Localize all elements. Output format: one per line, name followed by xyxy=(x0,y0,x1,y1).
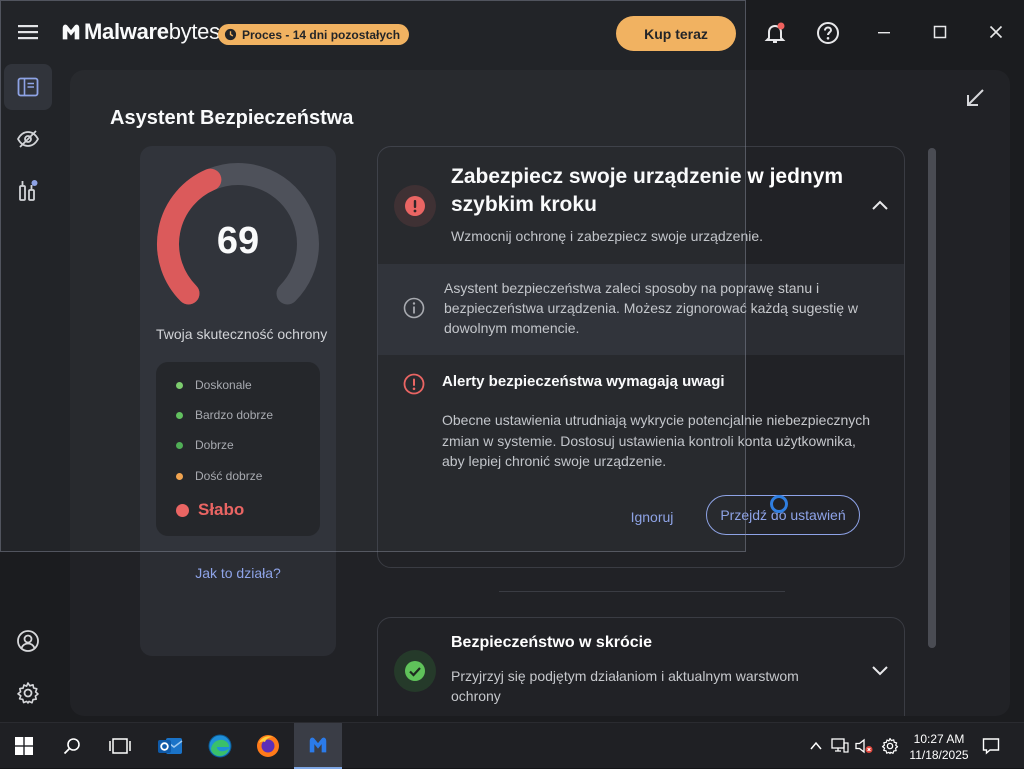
nav-settings-gear-icon[interactable] xyxy=(4,670,52,716)
settings-gear-tray-icon[interactable] xyxy=(880,736,900,756)
score-caption: Twoja skuteczność ochrony xyxy=(156,326,328,342)
nav-tools-icon[interactable] xyxy=(4,168,52,214)
level-label: Dobrze xyxy=(195,438,234,452)
level-dot xyxy=(176,381,183,389)
nav-privacy-eye-icon[interactable] xyxy=(4,116,52,162)
how-it-works-link[interactable]: Jak to działa? xyxy=(140,565,336,581)
security-assistant-panel: Asystent Bezpieczeństwa 69 Twoja skutecz… xyxy=(70,70,1010,716)
close-icon[interactable] xyxy=(981,18,1011,46)
ignore-button[interactable]: Ignoruj xyxy=(622,505,682,529)
logo-text-light: bytes xyxy=(168,19,220,44)
malwarebytes-logo-icon xyxy=(62,24,80,40)
firefox-icon[interactable] xyxy=(244,723,292,769)
logo-text-bold: Malware xyxy=(84,19,169,44)
help-icon[interactable] xyxy=(815,20,841,46)
start-windows-icon[interactable] xyxy=(0,723,48,769)
chevron-down-icon[interactable] xyxy=(870,660,890,680)
check-circle-icon xyxy=(405,661,425,681)
level-item: Bardzo dobrze xyxy=(176,408,273,422)
one-step-protection-card: Zabezpiecz swoje urządzenie w jednym szy… xyxy=(377,146,905,568)
notifications-bell-icon[interactable] xyxy=(762,20,788,46)
page-title: Asystent Bezpieczeństwa xyxy=(110,107,354,129)
action-center-icon[interactable] xyxy=(981,736,1001,756)
trial-badge-label: Proces - 14 dni pozostałych xyxy=(242,27,401,42)
taskbar-clock[interactable]: 10:27 AM 11/18/2025 xyxy=(906,731,972,763)
clock-date: 11/18/2025 xyxy=(909,748,969,762)
exclamation-circle-icon xyxy=(405,196,425,216)
warning-badge xyxy=(394,185,436,227)
recommendations-list: Zabezpiecz swoje urządzenie w jednym szy… xyxy=(377,146,905,716)
maximize-icon[interactable] xyxy=(925,18,955,46)
card-subtitle: Wzmocnij ochronę i zabezpiecz swoje urzą… xyxy=(451,228,764,244)
alert-title: Alerty bezpieczeństwa wymagają uwagi xyxy=(442,373,725,390)
alert-description: Obecne ustawienia utrudniają wykrycie po… xyxy=(442,412,871,469)
trial-badge[interactable]: Proces - 14 dni pozostałych xyxy=(218,24,410,45)
task-view-icon[interactable] xyxy=(96,723,144,769)
level-item: Doskonale xyxy=(176,378,252,392)
level-item: Dobrze xyxy=(176,438,234,452)
title-bar: Malware bytes Proces - 14 dni pozostałych… xyxy=(0,0,1024,64)
outlook-icon[interactable] xyxy=(146,723,194,769)
level-dot-current xyxy=(176,503,189,517)
level-dot xyxy=(176,411,183,419)
volume-muted-icon[interactable] xyxy=(854,736,874,756)
score-value: 69 xyxy=(216,220,260,262)
clock-time: 10:27 AM xyxy=(913,732,965,746)
collapse-arrow-icon[interactable] xyxy=(963,86,987,110)
protection-score-card: 69 Twoja skuteczność ochrony Doskonale B… xyxy=(140,146,336,656)
side-navigation xyxy=(0,64,56,722)
level-item-current: Słabo xyxy=(176,500,244,520)
buy-now-button[interactable]: Kup teraz xyxy=(616,16,736,51)
nav-dashboard-icon[interactable] xyxy=(4,64,52,110)
score-levels-legend: Doskonale Bardzo dobrze Dobrze Dość dobr… xyxy=(156,362,320,536)
summary-title: Bezpieczeństwo w skrócie xyxy=(451,634,652,651)
alert-exclamation-icon xyxy=(403,373,425,395)
network-icon[interactable] xyxy=(830,736,850,756)
level-label-current: Słabo xyxy=(198,500,245,519)
info-band: Asystent bezpieczeństwa zaleci sposoby n… xyxy=(378,264,904,355)
card-title: Zabezpiecz swoje urządzenie w jednym szy… xyxy=(451,165,844,216)
chevron-up-tray-icon[interactable] xyxy=(806,736,826,756)
menu-icon[interactable] xyxy=(14,20,42,44)
malwarebytes-taskbar-icon[interactable] xyxy=(294,723,342,769)
edge-browser-icon[interactable] xyxy=(196,723,244,769)
info-text: Asystent bezpieczeństwa zaleci sposoby n… xyxy=(444,280,858,336)
section-divider xyxy=(499,591,785,592)
level-item: Dość dobrze xyxy=(176,469,262,483)
go-to-settings-button[interactable]: Przejdź do ustawień xyxy=(706,495,860,535)
scrollbar[interactable] xyxy=(928,148,936,648)
clock-icon xyxy=(224,28,237,41)
malwarebytes-logo: Malware bytes xyxy=(60,19,220,45)
summary-description: Przyjrzyj się podjętym działaniom i aktu… xyxy=(451,668,799,704)
chevron-up-icon[interactable] xyxy=(870,195,890,215)
info-icon xyxy=(403,297,425,319)
security-summary-card[interactable]: Bezpieczeństwo w skrócie Przyjrzyj się p… xyxy=(377,617,905,716)
windows-taskbar: 10:27 AM 11/18/2025 xyxy=(0,722,1024,769)
scrollbar-thumb[interactable] xyxy=(928,148,936,648)
nav-account-icon[interactable] xyxy=(4,618,52,664)
level-dot xyxy=(176,441,183,449)
malwarebytes-window: Malware bytes Proces - 14 dni pozostałych… xyxy=(0,0,1024,722)
level-label: Doskonale xyxy=(195,378,252,392)
minimize-icon[interactable] xyxy=(869,18,899,46)
level-dot xyxy=(176,472,183,480)
level-label: Dość dobrze xyxy=(195,469,263,483)
level-label: Bardzo dobrze xyxy=(195,408,274,422)
search-icon[interactable] xyxy=(48,723,96,769)
success-badge xyxy=(394,650,436,692)
